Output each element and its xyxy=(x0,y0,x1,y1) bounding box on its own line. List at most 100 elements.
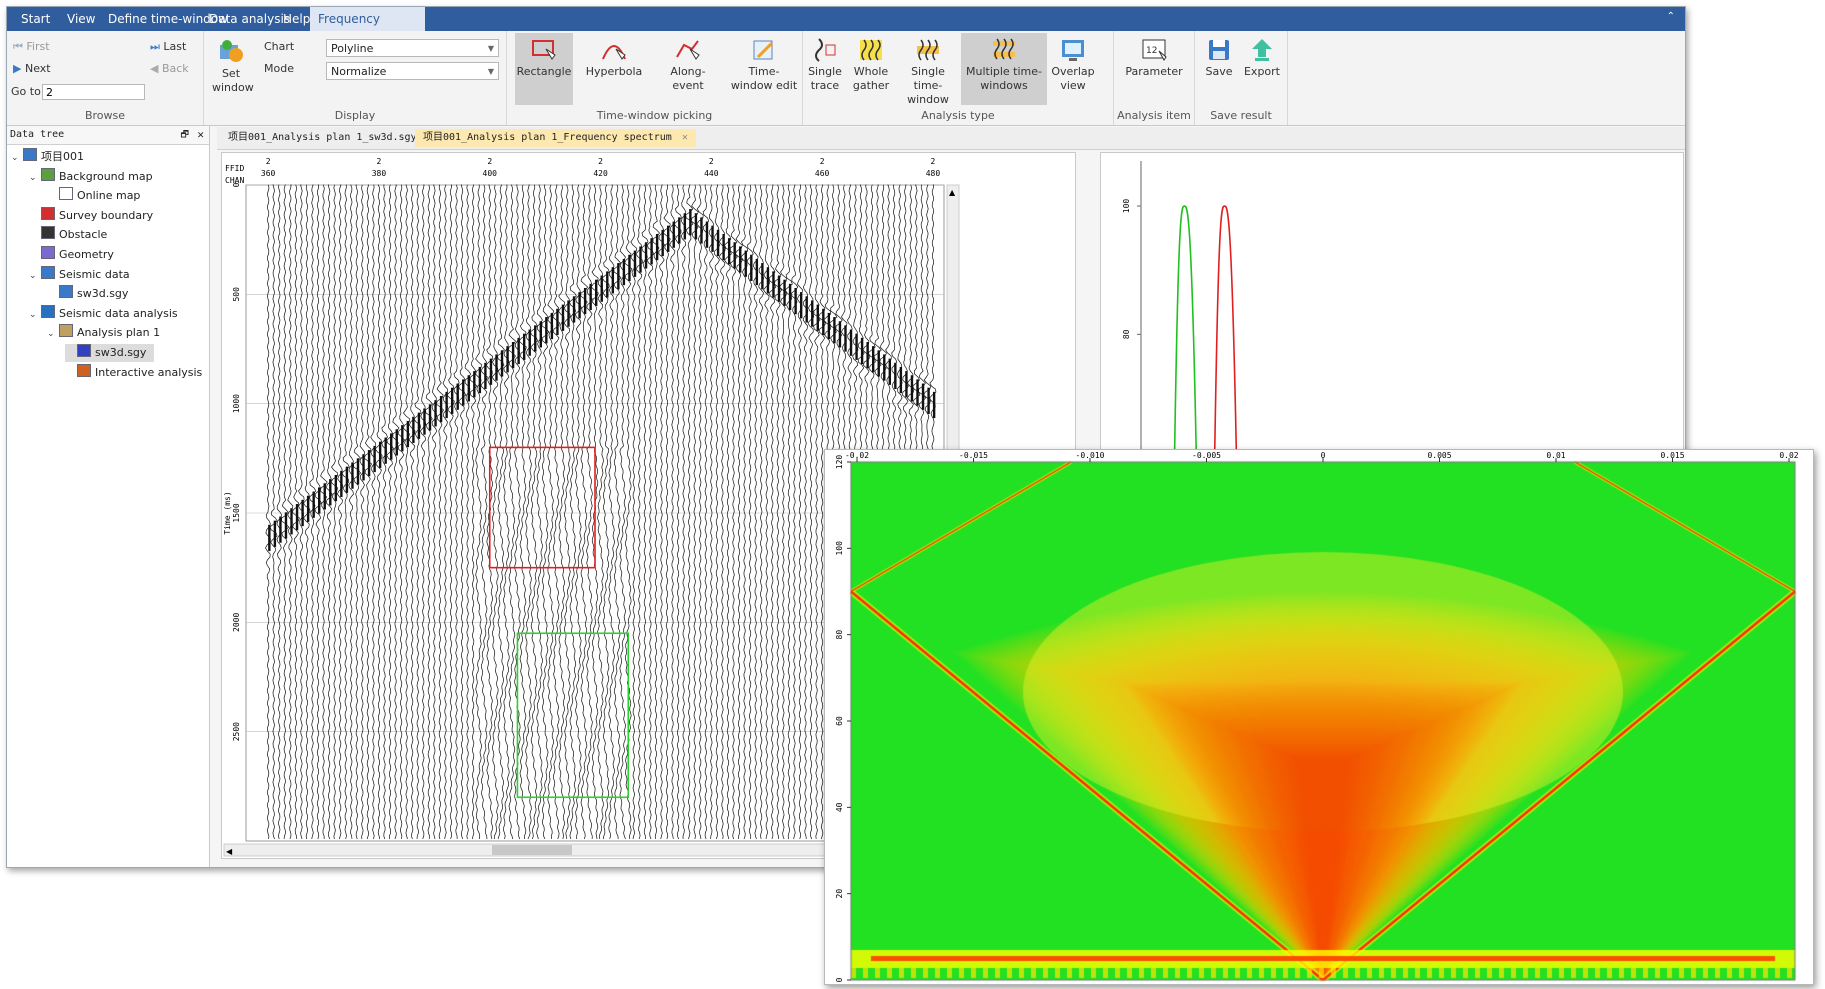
expand-toggle-icon[interactable]: ⌄ xyxy=(29,306,41,324)
multiple-time-windows-label: Multiple time-windows xyxy=(965,65,1042,92)
tree-node[interactable]: ⌄ Seismic data xyxy=(29,265,130,285)
event-wiggle-fill xyxy=(883,354,886,381)
single-trace-icon xyxy=(815,38,836,62)
close-tab-icon[interactable]: ✕ xyxy=(682,132,688,143)
menu-frequency-spectrum[interactable]: Frequency spectrum xyxy=(310,7,425,50)
tree-node[interactable]: Survey boundary xyxy=(29,206,153,225)
fk-y-tick-label: 20 xyxy=(835,889,844,899)
tree-node-label: 项目001 xyxy=(41,150,84,163)
y-tick-label: 80 xyxy=(1122,329,1131,339)
frequency-spectrum-view[interactable]: 1008060(%) xyxy=(1100,152,1684,464)
event-wiggle-fill xyxy=(450,387,454,414)
spectrum-series-line xyxy=(1213,205,1238,463)
tree-node[interactable]: sw3d.sgy xyxy=(65,344,155,362)
along-event-label: Along-event xyxy=(670,65,706,92)
event-wiggle-fill xyxy=(650,238,653,265)
tree-node[interactable]: sw3d.sgy xyxy=(47,285,128,303)
event-wiggle-fill xyxy=(661,229,664,257)
overlap-view-icon xyxy=(1062,40,1084,61)
menu-start[interactable]: Start xyxy=(13,7,58,31)
expand-toggle-icon[interactable]: ⌄ xyxy=(29,169,41,187)
event-wiggle-fill xyxy=(600,275,603,302)
next-button[interactable]: ▶ Next xyxy=(13,61,51,77)
parameter-button[interactable]: 12 Parameter xyxy=(1119,37,1189,79)
scroll-left-icon[interactable]: ◀ xyxy=(226,847,233,856)
set-window-button[interactable]: Set window xyxy=(212,37,254,95)
along-event-button[interactable]: Along-event xyxy=(655,37,721,93)
expand-toggle-icon[interactable]: ⌄ xyxy=(11,149,23,167)
scrollbar-thumb[interactable] xyxy=(492,845,572,855)
tree-node[interactable]: ⌄ 项目001 xyxy=(11,148,84,166)
goto-input[interactable] xyxy=(42,84,145,100)
event-wiggle-fill xyxy=(772,271,775,298)
tree-node[interactable]: ⌄ Analysis plan 1 xyxy=(47,324,160,342)
event-wiggle-fill xyxy=(506,346,509,373)
rectangle-button[interactable]: Rectangle xyxy=(515,33,573,105)
fk-y-tick-label: 60 xyxy=(835,716,844,726)
close-icon[interactable]: ✕ xyxy=(197,126,204,144)
expand-toggle-icon[interactable]: ⌄ xyxy=(47,325,59,343)
event-wiggle-fill xyxy=(921,383,925,410)
event-wiggle-fill xyxy=(860,337,864,365)
mode-select[interactable]: Normalize ▼ xyxy=(326,62,499,80)
time-window-edit-button[interactable]: Time-window edit xyxy=(729,37,799,93)
fk-y-tick-label: 100 xyxy=(835,541,844,556)
event-wiggle-fill xyxy=(406,420,410,448)
tree-node-label: Interactive analysis xyxy=(95,365,203,379)
group-save-result: Save Export Save result xyxy=(1195,31,1288,125)
time-tick-label: 2500 xyxy=(232,722,241,741)
event-wiggle-fill xyxy=(672,221,675,248)
tree-node[interactable]: ⌄ Background map xyxy=(29,167,153,187)
frequency-spectrum-plot[interactable]: 1008060(%) xyxy=(1101,153,1683,463)
whole-gather-button[interactable]: Whole gather xyxy=(849,37,893,93)
tree-node[interactable]: Interactive analysis xyxy=(65,363,203,382)
tree-node[interactable]: Geometry xyxy=(29,246,114,264)
multiple-time-windows-icon xyxy=(993,38,1015,60)
tree-node-label: Seismic data analysis xyxy=(59,306,178,320)
event-wiggle-fill xyxy=(722,233,725,261)
expand-toggle-icon[interactable]: ⌄ xyxy=(29,267,41,285)
menu-view[interactable]: View xyxy=(59,7,103,31)
event-wiggle-fill xyxy=(583,287,587,315)
time-window-edit-label: Time-window edit xyxy=(730,65,798,92)
last-button[interactable]: ⏭ Last xyxy=(150,39,186,55)
chevron-down-icon: ▼ xyxy=(487,67,494,76)
fk-spectrum-window[interactable]: -0.02 -0.015 -0.010 -0.005 0 0.005 0.01 0.015 0.… xyxy=(824,449,1814,985)
save-button[interactable]: Save xyxy=(1201,37,1237,79)
first-label: First xyxy=(26,40,50,53)
event-wiggle-fill xyxy=(572,296,576,323)
float-panel-icon[interactable]: 🗗 xyxy=(181,126,189,144)
tab-seismic-data[interactable]: 项目001_Analysis plan 1_sw3d.sgy xyxy=(220,129,425,147)
event-wiggle-fill xyxy=(871,346,875,373)
back-button[interactable]: ◀ Back xyxy=(150,61,189,77)
event-wiggle-fill xyxy=(844,325,847,352)
tree-node[interactable]: ⌄ Seismic data analysis xyxy=(29,304,178,324)
overlap-view-button[interactable]: Overlap view xyxy=(1051,37,1095,93)
back-label: Back xyxy=(161,62,189,75)
single-trace-button[interactable]: Single trace xyxy=(805,37,845,93)
chan-tick-label: 480 xyxy=(926,169,941,178)
document-tabs: 项目001_Analysis plan 1_sw3d.sgy 项目001_Ana… xyxy=(217,127,1685,150)
event-wiggle-fill xyxy=(550,312,554,340)
event-wiggle-fill xyxy=(644,242,648,269)
export-button[interactable]: Export xyxy=(1241,37,1283,79)
multiple-time-windows-button[interactable]: Multiple time-windows xyxy=(961,33,1047,105)
hyperbola-button[interactable]: Hyperbola xyxy=(585,37,643,79)
single-time-window-button[interactable]: Single time-window xyxy=(897,37,959,107)
event-wiggle-fill xyxy=(927,387,930,414)
scroll-up-icon[interactable]: ▲ xyxy=(949,188,956,197)
event-wiggle-fill xyxy=(351,462,354,489)
event-wiggle-fill xyxy=(445,391,448,419)
event-wiggle-fill xyxy=(517,337,520,365)
tab-frequency-spectrum[interactable]: 项目001_Analysis plan 1_Frequency spectrum… xyxy=(415,129,696,147)
event-wiggle-fill xyxy=(805,296,808,323)
chart-type-select[interactable]: Polyline ▼ xyxy=(326,39,499,57)
event-wiggle-fill xyxy=(799,292,803,319)
event-wiggle-fill xyxy=(323,483,326,510)
event-wiggle-fill xyxy=(356,458,360,485)
collapse-ribbon-icon[interactable]: ⌃ xyxy=(1667,11,1675,22)
tree-node[interactable]: Online map xyxy=(47,187,140,205)
first-button[interactable]: ⏮ First xyxy=(13,39,50,55)
tree-node[interactable]: Obstacle xyxy=(29,226,107,244)
event-wiggle-fill xyxy=(378,441,382,468)
